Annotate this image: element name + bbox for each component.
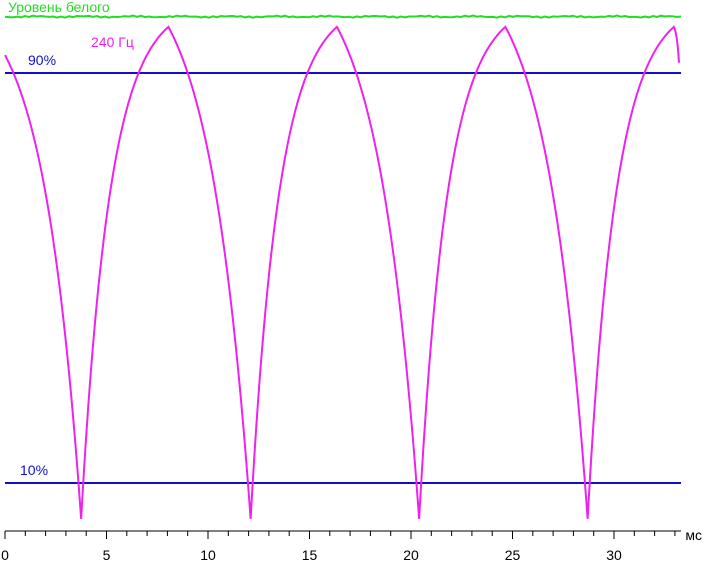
x-tick-label: 30 bbox=[606, 547, 622, 563]
p90-label: 90% bbox=[28, 52, 56, 68]
p10-label: 10% bbox=[20, 462, 48, 478]
x-tick-label: 15 bbox=[302, 547, 318, 563]
brightness-curve bbox=[4, 25, 680, 519]
frequency-label: 240 Гц bbox=[91, 34, 134, 50]
white-level-line bbox=[4, 14, 682, 19]
x-tick-label: 25 bbox=[505, 547, 521, 563]
x-tick-label: 5 bbox=[103, 547, 111, 563]
x-tick-label: 20 bbox=[403, 547, 419, 563]
response-time-chart: Уровень белого 240 Гц 90% 10% 0 5 10 15 20 25… bbox=[1, 0, 702, 563]
x-tick-label: 0 bbox=[1, 547, 9, 563]
x-axis-label: мс bbox=[685, 527, 702, 543]
white-level-label: Уровень белого bbox=[8, 0, 110, 15]
x-tick-label: 10 bbox=[200, 547, 216, 563]
x-axis-ticks: 0 5 10 15 20 25 30 bbox=[1, 531, 676, 563]
